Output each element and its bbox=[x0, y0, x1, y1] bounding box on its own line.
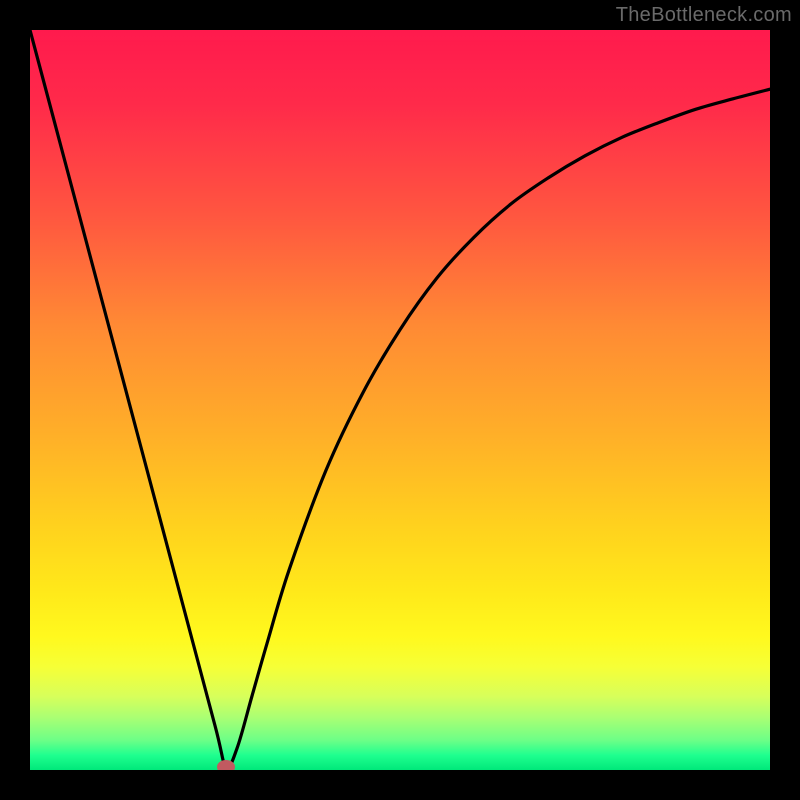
plot-area bbox=[30, 30, 770, 770]
watermark-text: TheBottleneck.com bbox=[616, 4, 792, 27]
minimum-marker bbox=[217, 760, 235, 770]
chart-frame: TheBottleneck.com bbox=[0, 0, 800, 800]
bottleneck-curve bbox=[30, 30, 770, 770]
